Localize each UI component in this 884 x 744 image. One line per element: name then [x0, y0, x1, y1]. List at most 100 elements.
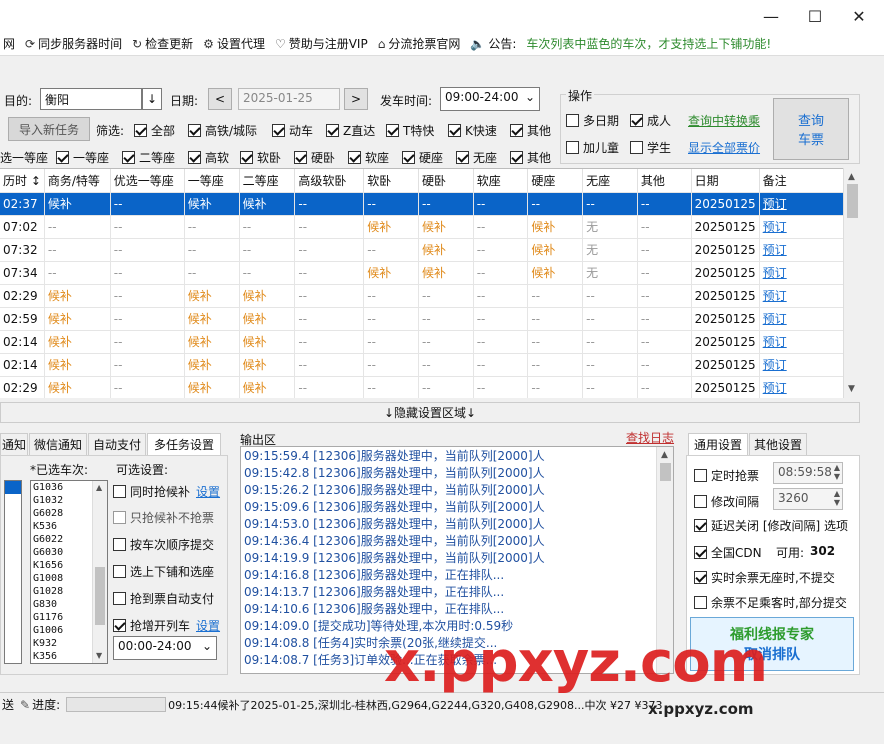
scroll-up-arrow[interactable]: ▲	[96, 483, 102, 492]
table-row[interactable]: 02:14 候补 -- 候补 候补 -- -- -- -- -- -- -- 20250125 预订	[0, 330, 860, 354]
column-header[interactable]: 硬卧	[418, 169, 474, 193]
seat-standing-checkbox[interactable]: 无座	[456, 149, 497, 166]
student-checkbox[interactable]: 学生	[630, 139, 671, 156]
hide-settings-toggle[interactable]: ↓隐藏设置区域↓	[0, 402, 860, 423]
tab-auto-pay[interactable]: 自动支付	[88, 433, 146, 455]
minimize-button[interactable]: —	[748, 0, 794, 32]
timed-grab-checkbox[interactable]: 定时抢票	[694, 467, 759, 484]
close-button[interactable]: ✕	[836, 0, 882, 32]
column-header[interactable]: 日期	[691, 169, 760, 193]
table-row[interactable]: 02:37 候补 -- 候补 候补 -- -- -- -- -- -- -- 20250125 预订	[0, 192, 860, 216]
adult-checkbox[interactable]: 成人	[630, 112, 671, 129]
seat-soft-sleeper-checkbox[interactable]: 软卧	[240, 149, 281, 166]
seat-other-checkbox[interactable]: 其他	[510, 149, 551, 166]
timed-grab-time-input[interactable]: 08:59:58 ▲ ▼	[773, 462, 843, 484]
destination-input[interactable]: 衡阳	[40, 88, 142, 110]
seat-high-soft-checkbox[interactable]: 高软	[188, 149, 229, 166]
partial-submit-checkbox[interactable]: 余票不足乘客时,部分提交	[694, 594, 847, 611]
maximize-button[interactable]: ☐	[792, 0, 838, 32]
national-cdn-checkbox[interactable]: 全国CDN	[694, 544, 762, 561]
column-header[interactable]: 高级软卧	[294, 169, 365, 193]
table-row[interactable]: 07:34 -- -- -- -- -- 候补 候补 -- 候补无 -- 20250125 预订	[0, 261, 860, 285]
spinner-icon[interactable]: ▲ ▼	[834, 489, 840, 507]
table-row[interactable]: 02:14 候补 -- 候补 候补 -- -- -- -- -- -- -- 20250125 预订	[0, 353, 860, 377]
scroll-down-arrow[interactable]: ▼	[96, 651, 102, 660]
filter-all-checkbox[interactable]: 全部	[134, 122, 175, 139]
table-scroll-thumb[interactable]	[847, 184, 858, 218]
option-auto-pay-checkbox[interactable]: 抢到票自动支付	[113, 590, 214, 607]
tab-wechat-notify[interactable]: 微信通知	[29, 433, 87, 455]
show-prices-link[interactable]: 显示全部票价	[688, 139, 760, 156]
tab-multitask[interactable]: 多任务设置	[147, 433, 221, 455]
tab-notify[interactable]: 通知	[0, 433, 28, 455]
column-header[interactable]: 二等座	[239, 169, 296, 193]
menu-item-check-update[interactable]: ↻ 检查更新	[132, 35, 193, 52]
trains-scrollbar[interactable]: ▲ ▼	[92, 481, 107, 663]
table-row[interactable]: 07:02 -- -- -- -- -- 候补 候补 -- 候补无 -- 20250125 预订	[0, 215, 860, 239]
list-item[interactable]: K6640	[31, 663, 91, 664]
option-berth-seat-checkbox[interactable]: 选上下铺和选座	[113, 563, 214, 580]
column-header[interactable]: 历时 ↕	[0, 169, 45, 193]
trains-scroll-thumb[interactable]	[95, 567, 105, 625]
scroll-up-arrow[interactable]: ▲	[848, 172, 855, 182]
option-only-waitlist-checkbox[interactable]: 只抢候补不抢票	[113, 509, 214, 526]
interval-input[interactable]: 3260 ▲ ▼	[773, 488, 843, 510]
column-header[interactable]: 优选一等座	[110, 169, 185, 193]
filter-t-checkbox[interactable]: T特快	[386, 122, 434, 139]
add-child-checkbox[interactable]: 加儿童	[566, 139, 619, 156]
table-row[interactable]: 02:29 候补 -- 候补 候补 -- -- -- -- -- -- -- 20250125 预订	[0, 284, 860, 308]
depart-time-select[interactable]: 09:00-24:00 ⌄	[440, 87, 540, 111]
option-extra-trains-checkbox[interactable]: 抢增开列车	[113, 617, 190, 634]
column-header[interactable]: 无座	[582, 169, 638, 193]
menu-item-official-site[interactable]: ⌂ 分流抢票官网	[378, 35, 461, 52]
delay-close-checkbox[interactable]: 延迟关闭 [修改间隔] 选项	[694, 517, 848, 534]
query-tickets-button[interactable]: 查询 车票	[773, 98, 849, 160]
menu-item-sync-time[interactable]: ⟳ 同步服务器时间	[25, 35, 122, 52]
table-row[interactable]: 02:59 候补 -- 候补 候补 -- -- -- -- -- -- -- 20250125 预订	[0, 307, 860, 331]
scroll-down-arrow[interactable]: ▼	[848, 384, 855, 394]
filter-k-checkbox[interactable]: K快速	[448, 122, 497, 139]
destination-dropdown[interactable]: ↓	[142, 88, 162, 110]
filter-emu-checkbox[interactable]: 动车	[272, 122, 313, 139]
transfer-query-link[interactable]: 查询中转换乘	[688, 112, 760, 129]
seat-first-checkbox[interactable]: 一等座	[56, 149, 109, 166]
column-header[interactable]: 其他	[637, 169, 692, 193]
find-log-link[interactable]: 查找日志	[626, 429, 674, 446]
seat-hard-seat-checkbox[interactable]: 硬座	[402, 149, 443, 166]
option-waitlist-settings-link[interactable]: 设置	[196, 483, 220, 500]
table-row[interactable]: 02:29 候补 -- 候补 候补 -- -- -- -- -- -- -- 20250125 预订	[0, 376, 860, 398]
menu-item-proxy[interactable]: ⚙ 设置代理	[203, 35, 265, 52]
log-scroll-thumb[interactable]	[660, 463, 671, 481]
date-input[interactable]: 2025-01-25	[238, 88, 340, 110]
date-next-button[interactable]: >	[344, 88, 368, 110]
option-also-waitlist-checkbox[interactable]: 同时抢候补	[113, 483, 190, 500]
seat-second-checkbox[interactable]: 二等座	[122, 149, 175, 166]
column-header[interactable]: 软卧	[363, 169, 419, 193]
seat-preferred-first-checkbox[interactable]: 选一等座	[0, 149, 48, 166]
no-submit-standing-checkbox[interactable]: 实时余票无座时,不提交	[694, 569, 835, 586]
menu-item-website[interactable]: 网	[0, 35, 15, 52]
table-row[interactable]: 07:32 -- -- -- -- -- -- 候补 -- 候补无 -- 20250125 预订	[0, 238, 860, 262]
multi-date-checkbox[interactable]: 多日期	[566, 112, 619, 129]
passenger-list[interactable]	[4, 480, 22, 664]
seat-hard-sleeper-checkbox[interactable]: 硬卧	[294, 149, 335, 166]
seat-soft-seat-checkbox[interactable]: 软座	[348, 149, 389, 166]
tab-other-settings[interactable]: 其他设置	[749, 433, 807, 455]
column-header[interactable]: 商务/特等	[44, 169, 111, 193]
option-train-order-checkbox[interactable]: 按车次顺序提交	[113, 536, 214, 553]
menu-item-vip[interactable]: ♡ 赞助与注册VIP	[275, 35, 368, 52]
modify-interval-checkbox[interactable]: 修改间隔	[694, 493, 759, 510]
filter-highspeed-checkbox[interactable]: 高铁/城际	[188, 122, 257, 139]
column-header[interactable]: 软座	[473, 169, 529, 193]
column-header[interactable]: 硬座	[527, 169, 584, 193]
column-header[interactable]: 一等座	[184, 169, 240, 193]
list-item[interactable]	[5, 481, 21, 494]
filter-z-checkbox[interactable]: Z直达	[326, 122, 375, 139]
date-prev-button[interactable]: <	[208, 88, 232, 110]
table-scrollbar[interactable]: ▲ ▼	[843, 168, 860, 398]
scroll-up-arrow[interactable]: ▲	[661, 450, 668, 460]
option-extra-trains-settings-link[interactable]: 设置	[196, 617, 220, 634]
tab-general-settings[interactable]: 通用设置	[688, 433, 748, 455]
filter-other-checkbox[interactable]: 其他	[510, 122, 551, 139]
time-range-select[interactable]: 00:00-24:00 ⌄	[113, 636, 217, 660]
